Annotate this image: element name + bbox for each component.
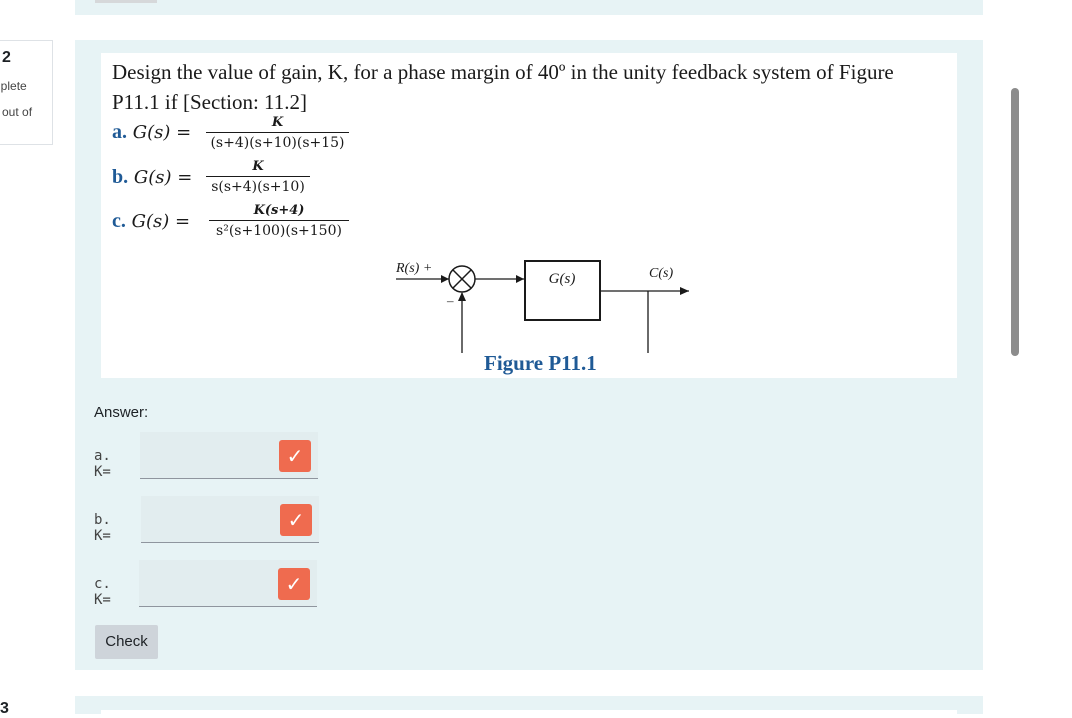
part-b-lhs: G(s) = (133, 167, 193, 188)
part-c-denominator: s²(s+100)(s+150) (216, 223, 342, 239)
question-text: Design the value of gain, K, for a phase… (101, 53, 957, 378)
arrowhead-icon (458, 292, 466, 301)
arrowhead-icon (516, 275, 524, 283)
plant-block (524, 260, 601, 321)
arrowhead-icon (680, 287, 689, 295)
part-b-numerator: K (252, 159, 264, 174)
part-a-lhs: G(s) = (132, 122, 192, 143)
fraction-bar (209, 220, 349, 221)
question-prompt: Design the value of gain, K, for a phase… (112, 57, 952, 117)
part-c: c. G(s) = (112, 210, 190, 233)
input-label: R(s) + (395, 261, 432, 276)
question-state: nplete (0, 79, 27, 93)
answer-c-mark-icon: ✓ (278, 568, 310, 600)
part-a-denominator: (s+4)(s+10)(s+15) (210, 135, 345, 151)
next-question-box (75, 696, 983, 714)
question-number: 2 (2, 49, 11, 66)
part-b-fraction: K s(s+4)(s+10) (206, 159, 310, 195)
question-box: Design the value of gain, K, for a phase… (75, 40, 983, 670)
question-info: 2 nplete out of (0, 40, 53, 145)
part-a-numerator: K (271, 115, 284, 130)
fraction-bar (206, 132, 349, 133)
answer-c-label: c. K= (94, 576, 111, 608)
question-prompt-line1: Design the value of gain, K, for a phase… (112, 60, 894, 84)
answer-b-label: b. K= (94, 512, 111, 544)
next-question-number: 3 (0, 700, 9, 717)
next-question-text (101, 710, 957, 714)
answer-b-mark-icon: ✓ (280, 504, 312, 536)
window-edge (1024, 0, 1072, 714)
previous-question-box (75, 0, 983, 15)
output-label: C(s) (649, 266, 673, 281)
minus-sign: – (446, 293, 454, 308)
part-c-numerator: K(s+4) (253, 203, 305, 218)
part-c-label: c. (112, 210, 126, 232)
part-a-fraction: K (s+4)(s+10)(s+15) (206, 115, 349, 151)
part-b-denominator: s(s+4)(s+10) (211, 179, 305, 195)
check-button[interactable]: Check (95, 625, 158, 659)
part-a: a. G(s) = (112, 121, 191, 144)
answer-a-label: a. K= (94, 448, 111, 480)
fraction-bar (206, 176, 310, 177)
part-b-label: b. (112, 166, 129, 188)
part-a-label: a. (112, 121, 127, 143)
block-diagram: R(s) + G(s) C(s) – (395, 260, 689, 353)
arrowhead-icon (441, 275, 449, 283)
answer-label: Answer: (94, 404, 149, 421)
question-marks: out of (2, 105, 33, 119)
plant-label: G(s) (549, 271, 576, 287)
part-c-lhs: G(s) = (131, 211, 191, 232)
part-b: b. G(s) = (112, 166, 192, 189)
scrollbar-thumb[interactable] (1011, 88, 1019, 356)
previous-check-button[interactable] (95, 0, 157, 3)
figure-caption: Figure P11.1 (484, 351, 597, 375)
answer-a-mark-icon: ✓ (279, 440, 311, 472)
question-prompt-line2: P11.1 if [Section: 11.2] (112, 90, 308, 114)
part-c-fraction: K(s+4) s²(s+100)(s+150) (209, 203, 349, 239)
